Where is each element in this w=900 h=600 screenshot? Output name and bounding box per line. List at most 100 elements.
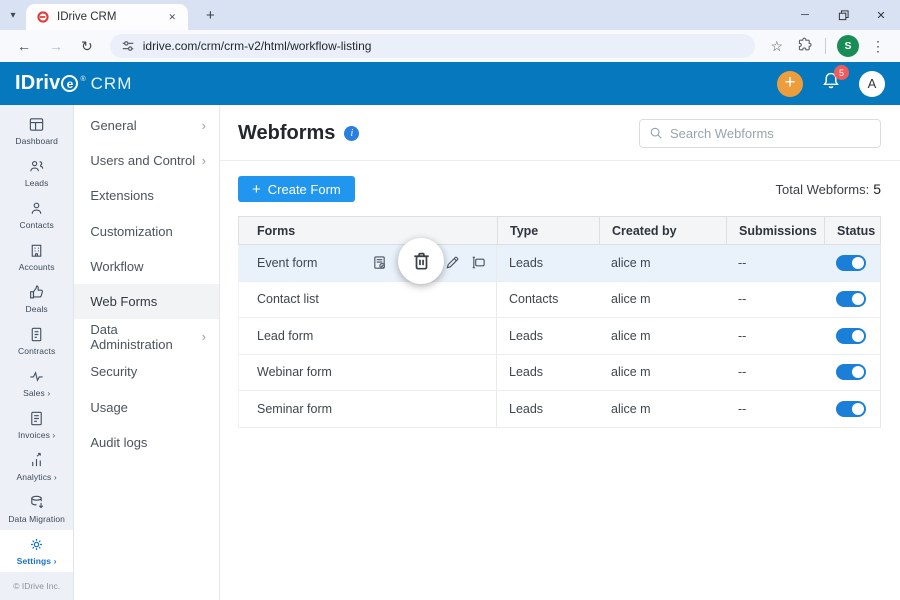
create-form-button[interactable]: + Create Form: [238, 176, 355, 202]
sidebar-item-leads[interactable]: Leads: [0, 152, 73, 194]
dashboard-icon: [28, 116, 45, 133]
form-created-by: alice m: [599, 391, 726, 427]
sidebar-item-contracts[interactable]: Contracts: [0, 320, 73, 362]
form-created-by: alice m: [599, 282, 726, 318]
webforms-table: Forms Type Created by Submissions Status…: [238, 216, 881, 428]
nav-item-security[interactable]: Security: [74, 354, 219, 389]
notifications-button[interactable]: 5: [821, 71, 841, 96]
info-icon[interactable]: i: [344, 126, 359, 141]
form-type: Contacts: [497, 282, 599, 318]
status-toggle[interactable]: [836, 401, 866, 417]
sidebar-item-sales[interactable]: Sales ›: [0, 362, 73, 404]
sidebar-item-analytics[interactable]: Analytics ›: [0, 446, 73, 488]
browser-profile-avatar[interactable]: S: [837, 35, 859, 57]
toggle-knob: [852, 403, 864, 415]
form-name: Contact list: [257, 292, 319, 306]
table-row[interactable]: Webinar form Leads alice m --: [238, 355, 881, 392]
site-settings-icon[interactable]: [121, 39, 135, 53]
header-divider: [220, 160, 900, 161]
form-type: Leads: [497, 245, 599, 281]
nav-item-workflow[interactable]: Workflow: [74, 249, 219, 284]
form-type: Leads: [497, 318, 599, 354]
user-avatar[interactable]: A: [859, 71, 885, 97]
status-toggle[interactable]: [836, 328, 866, 344]
deals-icon: [28, 284, 45, 301]
tab-search-chevron-icon[interactable]: ▾: [0, 10, 26, 21]
toggle-knob: [852, 257, 864, 269]
form-name: Lead form: [257, 329, 313, 343]
table-row[interactable]: Event form: [238, 245, 881, 282]
table-row[interactable]: Seminar form Leads alice m --: [238, 391, 881, 428]
form-name: Seminar form: [257, 402, 332, 416]
sidebar-item-data-migration[interactable]: Data Migration: [0, 488, 73, 530]
search-box[interactable]: [639, 119, 881, 148]
column-status: Status: [824, 217, 882, 244]
form-submissions: --: [726, 245, 824, 281]
form-name: Event form: [257, 256, 317, 270]
form-submissions: --: [726, 355, 824, 391]
notification-count-badge: 5: [834, 65, 849, 80]
copyright-text: © IDrive Inc.: [0, 573, 73, 600]
window-minimize-button[interactable]: ─: [786, 0, 824, 30]
column-submissions: Submissions: [726, 217, 824, 244]
sidebar-item-dashboard[interactable]: Dashboard: [0, 110, 73, 152]
nav-item-users-and-control[interactable]: Users and Control ›: [74, 143, 219, 178]
window-close-button[interactable]: ✕: [862, 0, 900, 30]
edit-icon[interactable]: [445, 255, 460, 270]
back-button[interactable]: ←: [10, 37, 38, 55]
status-toggle[interactable]: [836, 364, 866, 380]
toggle-knob: [852, 330, 864, 342]
browser-tabstrip: ▾ IDrive CRM ✕ + ─ ✕: [0, 0, 900, 30]
status-toggle[interactable]: [836, 255, 866, 271]
window-restore-button[interactable]: [824, 0, 862, 30]
address-bar[interactable]: idrive.com/crm/crm-v2/html/workflow-list…: [110, 34, 756, 58]
nav-item-web-forms[interactable]: Web Forms: [74, 284, 219, 319]
sidebar-item-contacts[interactable]: Contacts: [0, 194, 73, 236]
toggle-knob: [852, 366, 864, 378]
nav-item-general[interactable]: General ›: [74, 108, 219, 143]
nav-item-usage[interactable]: Usage: [74, 390, 219, 425]
sidebar-item-invoices[interactable]: Invoices ›: [0, 404, 73, 446]
analytics-icon: [28, 452, 45, 469]
delete-icon: [410, 250, 433, 273]
leads-icon: [28, 158, 45, 175]
nav-item-extensions[interactable]: Extensions: [74, 178, 219, 213]
extensions-icon[interactable]: [792, 37, 817, 55]
form-submissions: --: [726, 391, 824, 427]
sidebar-item-settings[interactable]: Settings ›: [0, 530, 73, 572]
column-forms: Forms: [239, 217, 497, 244]
form-type: Leads: [497, 355, 599, 391]
logo-text: IDriv: [15, 72, 60, 95]
table-row[interactable]: Contact list Contacts alice m --: [238, 282, 881, 319]
nav-item-data-administration[interactable]: Data Administration ›: [74, 319, 219, 354]
table-header: Forms Type Created by Submissions Status: [238, 216, 881, 245]
toggle-knob: [852, 293, 864, 305]
status-toggle[interactable]: [836, 291, 866, 307]
browser-tab[interactable]: IDrive CRM ✕: [26, 4, 188, 30]
search-input[interactable]: [670, 126, 871, 141]
data-migration-icon: [28, 494, 45, 511]
new-tab-button[interactable]: +: [198, 7, 223, 24]
preview-form-icon[interactable]: [372, 255, 387, 270]
delete-button-highlight[interactable]: [398, 238, 444, 284]
sales-icon: [28, 368, 45, 385]
chevron-right-icon: ›: [202, 153, 206, 168]
nav-item-audit-logs[interactable]: Audit logs: [74, 425, 219, 460]
forward-button[interactable]: →: [42, 37, 70, 55]
browser-menu-kebab-icon[interactable]: ⋮: [866, 38, 890, 55]
tab-close-icon[interactable]: ✕: [164, 10, 180, 25]
quick-add-button[interactable]: +: [777, 71, 803, 97]
nav-item-customization[interactable]: Customization: [74, 214, 219, 249]
browser-toolbar: ← → ↻ idrive.com/crm/crm-v2/html/workflo…: [0, 30, 900, 62]
idrive-crm-logo: IDriv e ® CRM: [15, 72, 132, 95]
page-title: Webforms: [238, 122, 335, 145]
form-submissions: --: [726, 282, 824, 318]
reload-button[interactable]: ↻: [74, 37, 100, 56]
sidebar-item-deals[interactable]: Deals: [0, 278, 73, 320]
bookmark-star-icon[interactable]: ☆: [765, 38, 788, 55]
form-created-by: alice m: [599, 318, 726, 354]
table-row[interactable]: Lead form Leads alice m --: [238, 318, 881, 355]
embed-icon[interactable]: [471, 255, 486, 270]
sidebar-item-accounts[interactable]: Accounts: [0, 236, 73, 278]
icon-rail: Dashboard Leads Contacts Accounts D: [0, 105, 74, 600]
